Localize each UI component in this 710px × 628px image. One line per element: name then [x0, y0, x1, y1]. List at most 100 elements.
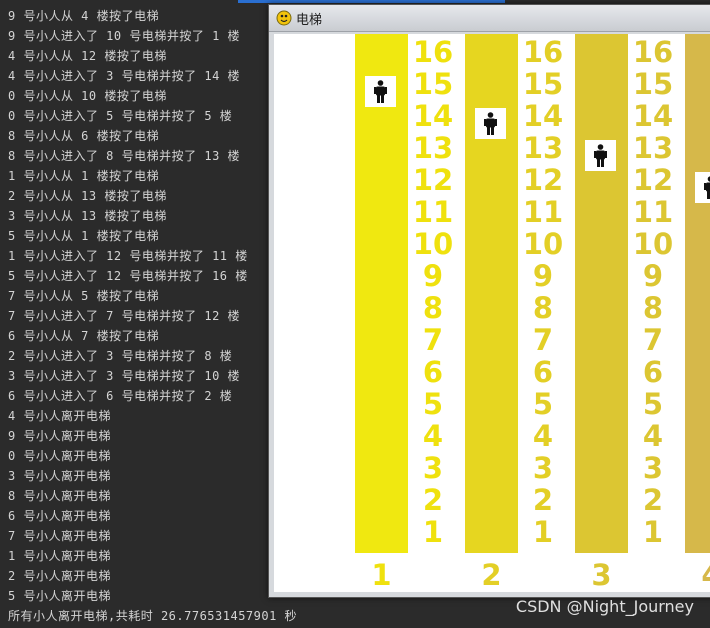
floor-label: 12: [522, 163, 564, 197]
console-line: 7 号小人进入了 7 号电梯并按了 12 楼: [8, 309, 241, 323]
console-line: 7 号小人离开电梯: [8, 529, 111, 543]
console-line: 4 号小人进入了 3 号电梯并按了 14 楼: [8, 69, 241, 83]
floor-label: 4: [422, 419, 444, 453]
window-title: 电梯: [296, 13, 323, 28]
elevator-car-4: [695, 172, 710, 203]
console-line: 6 号小人从 7 楼按了电梯: [8, 329, 160, 343]
console-line: 8 号小人离开电梯: [8, 489, 111, 503]
floor-label: 3: [532, 451, 554, 485]
elevator-number: 4: [685, 558, 710, 592]
floor-label: 1: [642, 515, 664, 549]
floor-label: 11: [412, 195, 454, 229]
console-line: 5 号小人进入了 12 号电梯并按了 16 楼: [8, 269, 248, 283]
console-line: 7 号小人从 5 楼按了电梯: [8, 289, 160, 303]
floor-label: 9: [422, 259, 444, 293]
floor-label: 16: [632, 35, 674, 69]
floor-label: 8: [422, 291, 444, 325]
floor-label: 5: [422, 387, 444, 421]
floor-label: 11: [632, 195, 674, 229]
elevator-canvas[interactable]: 16 15 14 13 12 11 10 9 8 7 6 5 4 3 2 1 1 16 15 14 13 12 11 10 9 8…: [274, 34, 710, 592]
floor-label: 7: [422, 323, 444, 357]
elevator-car-2: [475, 108, 506, 139]
console-line: 6 号小人离开电梯: [8, 509, 111, 523]
floor-label: 1: [532, 515, 554, 549]
floor-label: 13: [632, 131, 674, 165]
floor-label: 15: [632, 67, 674, 101]
console-line: 3 号小人进入了 3 号电梯并按了 10 楼: [8, 369, 241, 383]
console-line: 0 号小人从 10 楼按了电梯: [8, 89, 167, 103]
elevator-number: 1: [371, 558, 392, 592]
floor-label: 15: [522, 67, 564, 101]
console-line: 2 号小人从 13 楼按了电梯: [8, 189, 167, 203]
floor-label: 11: [522, 195, 564, 229]
floor-label: 10: [412, 227, 454, 261]
console-line: 1 号小人进入了 12 号电梯并按了 11 楼: [8, 249, 248, 263]
console-line: 5 号小人从 1 楼按了电梯: [8, 229, 160, 243]
elevator-shaft-4: [685, 34, 710, 553]
console-line: 4 号小人从 12 楼按了电梯: [8, 49, 167, 63]
elevator-shaft-1: [355, 34, 408, 553]
floor-label: 4: [642, 419, 664, 453]
floor-label: 13: [522, 131, 564, 165]
floor-label: 14: [632, 99, 674, 133]
person-icon: [704, 176, 710, 199]
console-line: 8 号小人从 6 楼按了电梯: [8, 129, 160, 143]
floor-label: 7: [642, 323, 664, 357]
console-line: 1 号小人离开电梯: [8, 549, 111, 563]
console-line: 0 号小人进入了 5 号电梯并按了 5 楼: [8, 109, 233, 123]
floor-label: 10: [522, 227, 564, 261]
floor-label: 4: [532, 419, 554, 453]
floor-label: 2: [422, 483, 444, 517]
person-icon: [594, 144, 607, 167]
scrollbar-highlight: [238, 0, 505, 3]
elevator-number: 2: [481, 558, 502, 592]
person-icon: [374, 80, 387, 103]
floor-label: 5: [532, 387, 554, 421]
floor-label: 16: [522, 35, 564, 69]
pygame-snake-icon: [276, 10, 292, 26]
floor-label: 10: [632, 227, 674, 261]
floor-label: 6: [422, 355, 444, 389]
floor-label: 6: [532, 355, 554, 389]
console-line: 6 号小人进入了 6 号电梯并按了 2 楼: [8, 389, 233, 403]
floor-label: 15: [412, 67, 454, 101]
console-line: 0 号小人离开电梯: [8, 449, 111, 463]
elevator-shaft-3: [575, 34, 628, 553]
console-line: 9 号小人从 4 楼按了电梯: [8, 9, 160, 23]
console-line: 9 号小人进入了 10 号电梯并按了 1 楼: [8, 29, 241, 43]
console-line: 所有小人离开电梯,共耗时 26.776531457901 秒: [8, 609, 298, 623]
watermark: CSDN @Night_Journey: [515, 597, 694, 616]
window-titlebar[interactable]: 电梯: [269, 5, 710, 32]
floor-label: 5: [642, 387, 664, 421]
floor-label: 2: [532, 483, 554, 517]
console-line: 2 号小人离开电梯: [8, 569, 111, 583]
console-line: 8 号小人进入了 8 号电梯并按了 13 楼: [8, 149, 241, 163]
floor-label: 7: [532, 323, 554, 357]
elevator-car-1: [365, 76, 396, 107]
elevator-number: 3: [591, 558, 612, 592]
floor-label: 8: [642, 291, 664, 325]
person-icon: [484, 112, 497, 135]
floor-label: 14: [412, 99, 454, 133]
floor-label: 1: [422, 515, 444, 549]
console-line: 3 号小人从 13 楼按了电梯: [8, 209, 167, 223]
floor-label: 9: [642, 259, 664, 293]
console-line: 1 号小人从 1 楼按了电梯: [8, 169, 160, 183]
floor-label: 2: [642, 483, 664, 517]
console-line: 3 号小人离开电梯: [8, 469, 111, 483]
floor-label: 14: [522, 99, 564, 133]
floor-label: 12: [412, 163, 454, 197]
elevator-car-3: [585, 140, 616, 171]
floor-label: 16: [412, 35, 454, 69]
console-line: 9 号小人离开电梯: [8, 429, 111, 443]
floor-label: 13: [412, 131, 454, 165]
floor-label: 3: [422, 451, 444, 485]
console-line: 4 号小人离开电梯: [8, 409, 111, 423]
floor-label: 3: [642, 451, 664, 485]
floor-label: 12: [632, 163, 674, 197]
elevator-window[interactable]: 电梯 16 15 14 13 12 11 10 9 8 7 6 5 4 3 2 1 1 16 15 14 13 12 11 1…: [268, 4, 710, 598]
floor-label: 8: [532, 291, 554, 325]
floor-label: 9: [532, 259, 554, 293]
console-line: 5 号小人离开电梯: [8, 589, 111, 603]
floor-label: 6: [642, 355, 664, 389]
